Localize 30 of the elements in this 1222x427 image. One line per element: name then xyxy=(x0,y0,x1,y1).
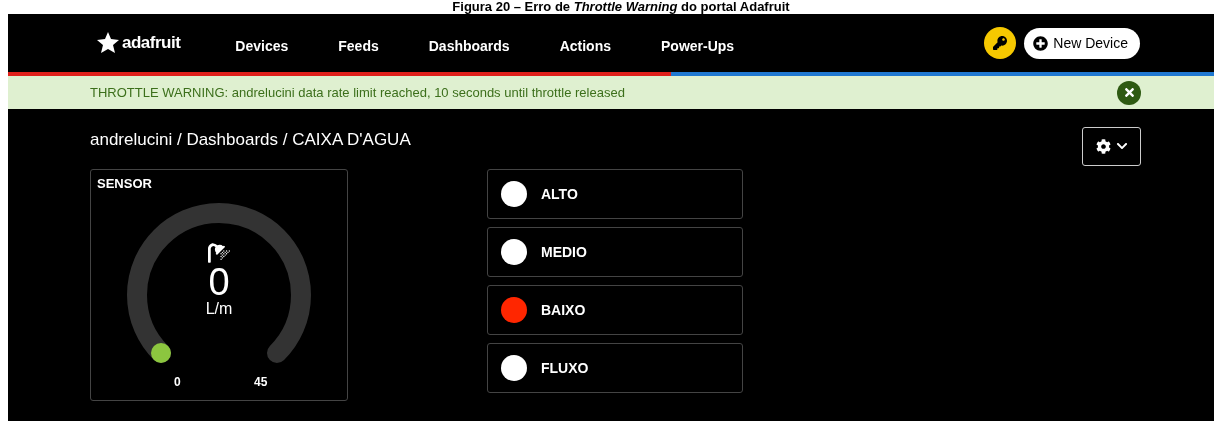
key-button[interactable] xyxy=(984,27,1017,59)
figure-caption: Figura 20 – Erro de Throttle Warning do portal Adafruit xyxy=(452,0,790,14)
warning-text: THROTTLE WARNING: andrelucini data rate limit reached, 10 seconds until throttle released xyxy=(90,85,625,100)
new-device-button[interactable]: New Device xyxy=(1024,27,1140,59)
nav-link[interactable]: Feeds xyxy=(338,38,379,54)
gauge-min: 0 xyxy=(174,375,181,389)
gauge-unit: L/m xyxy=(205,300,233,318)
indicator-label: MEDIO xyxy=(541,244,587,260)
settings-button[interactable] xyxy=(1082,126,1141,166)
nav-link[interactable]: Power-Ups xyxy=(661,38,735,54)
close-icon xyxy=(1122,86,1136,99)
gauge-dot xyxy=(151,343,171,363)
plus-icon xyxy=(1033,35,1049,51)
gauge-max: 45 xyxy=(254,375,268,389)
card-title: SENSOR xyxy=(97,176,152,191)
nav-link[interactable]: Actions xyxy=(559,38,611,54)
star-logo-icon xyxy=(96,31,120,55)
indicator-label: FLUXO xyxy=(541,360,589,376)
gauge-value: 0 xyxy=(208,264,230,300)
logo-text[interactable]: adafruit xyxy=(122,33,181,53)
key-icon xyxy=(993,36,1008,50)
indicator-label: ALTO xyxy=(541,186,578,202)
shower-icon xyxy=(208,242,230,264)
settings-icon xyxy=(1095,138,1111,154)
nav-link[interactable]: Dashboards xyxy=(428,38,510,54)
nav-link[interactable]: Devices xyxy=(235,38,289,54)
chevron-down-icon xyxy=(1115,140,1128,152)
breadcrumb: andrelucini / Dashboards / CAIXA D'AGUA xyxy=(90,130,411,150)
close-button[interactable] xyxy=(1117,80,1141,105)
indicator-label: BAIXO xyxy=(541,302,586,318)
